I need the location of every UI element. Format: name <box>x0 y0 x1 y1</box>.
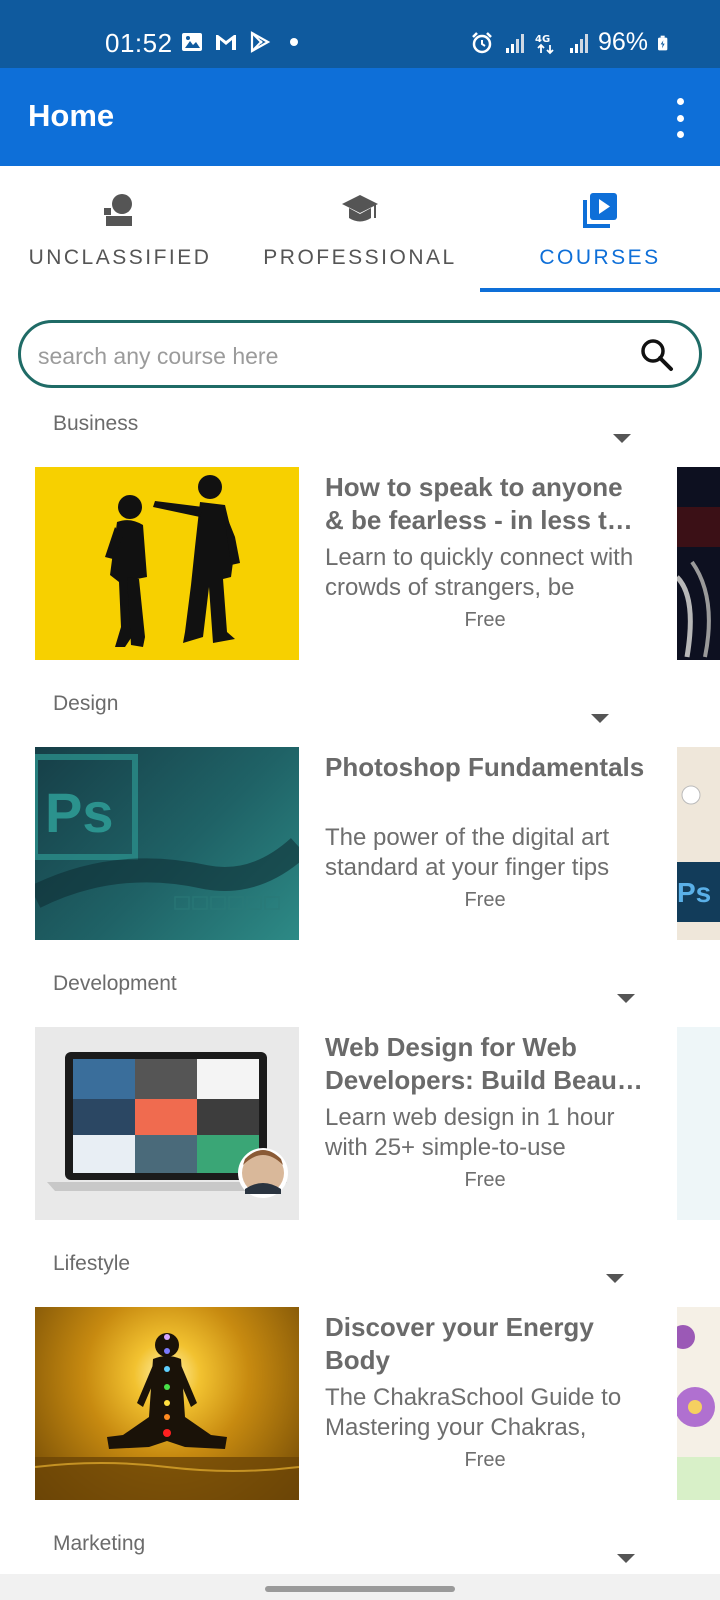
person-podium-icon <box>104 194 132 226</box>
status-time: 01:52 <box>105 28 173 58</box>
course-thumbnail: Ps <box>35 747 299 940</box>
gallery-icon <box>182 33 202 51</box>
course-card[interactable]: Ps Photoshop Fundamentals The power of t… <box>35 747 655 940</box>
course-description: Learn to quickly connect with crowds of … <box>325 544 634 601</box>
tab-label: UNCLASSIFIED <box>28 246 212 269</box>
course-price: Free <box>464 889 506 911</box>
signal-icon <box>505 33 524 53</box>
battery-percent: 96% <box>597 28 648 56</box>
video-library-icon <box>583 193 617 228</box>
course-card[interactable]: Discover your Energy Body The ChakraScho… <box>35 1307 655 1500</box>
status-bar: 01:52 4G 96% <box>0 0 720 68</box>
home-gesture-handle[interactable] <box>265 1586 455 1592</box>
expand-arrow-icon[interactable] <box>613 434 631 443</box>
graduation-cap-icon <box>342 195 378 222</box>
category-header-lifestyle: Lifestyle <box>53 1252 131 1275</box>
tab-bar: UNCLASSIFIED PROFESSIONAL COURSES <box>0 166 720 292</box>
svg-text:Ps: Ps <box>677 877 711 908</box>
next-course-thumbnail[interactable] <box>677 1307 720 1500</box>
alarm-icon <box>472 31 492 53</box>
course-title: Discover your Energy Body <box>325 1312 594 1375</box>
course-price: Free <box>464 609 506 631</box>
signal-icon <box>569 33 588 53</box>
next-course-thumbnail[interactable]: Ps <box>677 747 720 940</box>
course-description: The ChakraSchool Guide to Mastering your… <box>325 1384 622 1441</box>
next-course-thumbnail[interactable] <box>677 467 720 660</box>
course-thumbnail <box>35 1027 299 1220</box>
course-title: Photoshop Fundamentals <box>325 752 645 782</box>
next-course-thumbnail[interactable] <box>677 1027 720 1220</box>
tab-unclassified[interactable]: UNCLASSIFIED <box>0 166 240 292</box>
page-title: Home <box>28 98 115 133</box>
search-placeholder: search any course here <box>38 343 279 369</box>
system-icons: 4G 96% <box>470 28 672 57</box>
course-title: How to speak to anyone & be fearless - i… <box>325 472 633 535</box>
expand-arrow-icon[interactable] <box>617 1554 635 1563</box>
thumbnail-label: Ps <box>45 781 114 844</box>
category-header-design: Design <box>53 692 119 715</box>
search-input[interactable]: search any course here <box>18 320 702 388</box>
category-header-business: Business <box>53 412 139 435</box>
expand-arrow-icon[interactable] <box>617 994 635 1003</box>
app-bar: Home <box>0 68 720 166</box>
active-tab-indicator <box>480 288 720 292</box>
course-thumbnail <box>35 467 299 660</box>
battery-icon <box>658 35 668 50</box>
course-price: Free <box>464 1449 506 1471</box>
svg-text:4G: 4G <box>535 34 550 45</box>
tab-label: COURSES <box>539 246 661 269</box>
notification-icons <box>180 30 306 54</box>
course-card[interactable]: Web Design for Web Developers: Build Bea… <box>35 1027 655 1220</box>
tab-label: PROFESSIONAL <box>263 246 457 269</box>
course-price: Free <box>464 1169 506 1191</box>
4g-icon: 4G <box>535 34 554 54</box>
tab-courses[interactable]: COURSES <box>480 166 720 292</box>
category-header-marketing: Marketing <box>53 1532 146 1555</box>
speaking-illustration <box>105 475 240 647</box>
more-vert-icon[interactable] <box>668 98 692 138</box>
course-thumbnail <box>35 1307 299 1500</box>
gmail-icon <box>216 35 236 50</box>
search-icon[interactable] <box>639 337 675 373</box>
home-screen: 01:52 4G 96% Home UNCLASSIFIED PROFESSIO… <box>0 0 720 1600</box>
course-description: Learn web design in 1 hour with 25+ simp… <box>325 1104 615 1161</box>
play-store-icon <box>250 31 271 53</box>
tab-professional[interactable]: PROFESSIONAL <box>240 166 480 292</box>
expand-arrow-icon[interactable] <box>606 1274 624 1283</box>
course-title: Web Design for Web Developers: Build Bea… <box>325 1032 643 1095</box>
course-card[interactable]: How to speak to anyone & be fearless - i… <box>35 467 655 660</box>
notification-dot <box>290 38 298 46</box>
expand-arrow-icon[interactable] <box>591 714 609 723</box>
category-header-development: Development <box>53 972 177 995</box>
course-description: The power of the digital art standard at… <box>325 824 610 881</box>
